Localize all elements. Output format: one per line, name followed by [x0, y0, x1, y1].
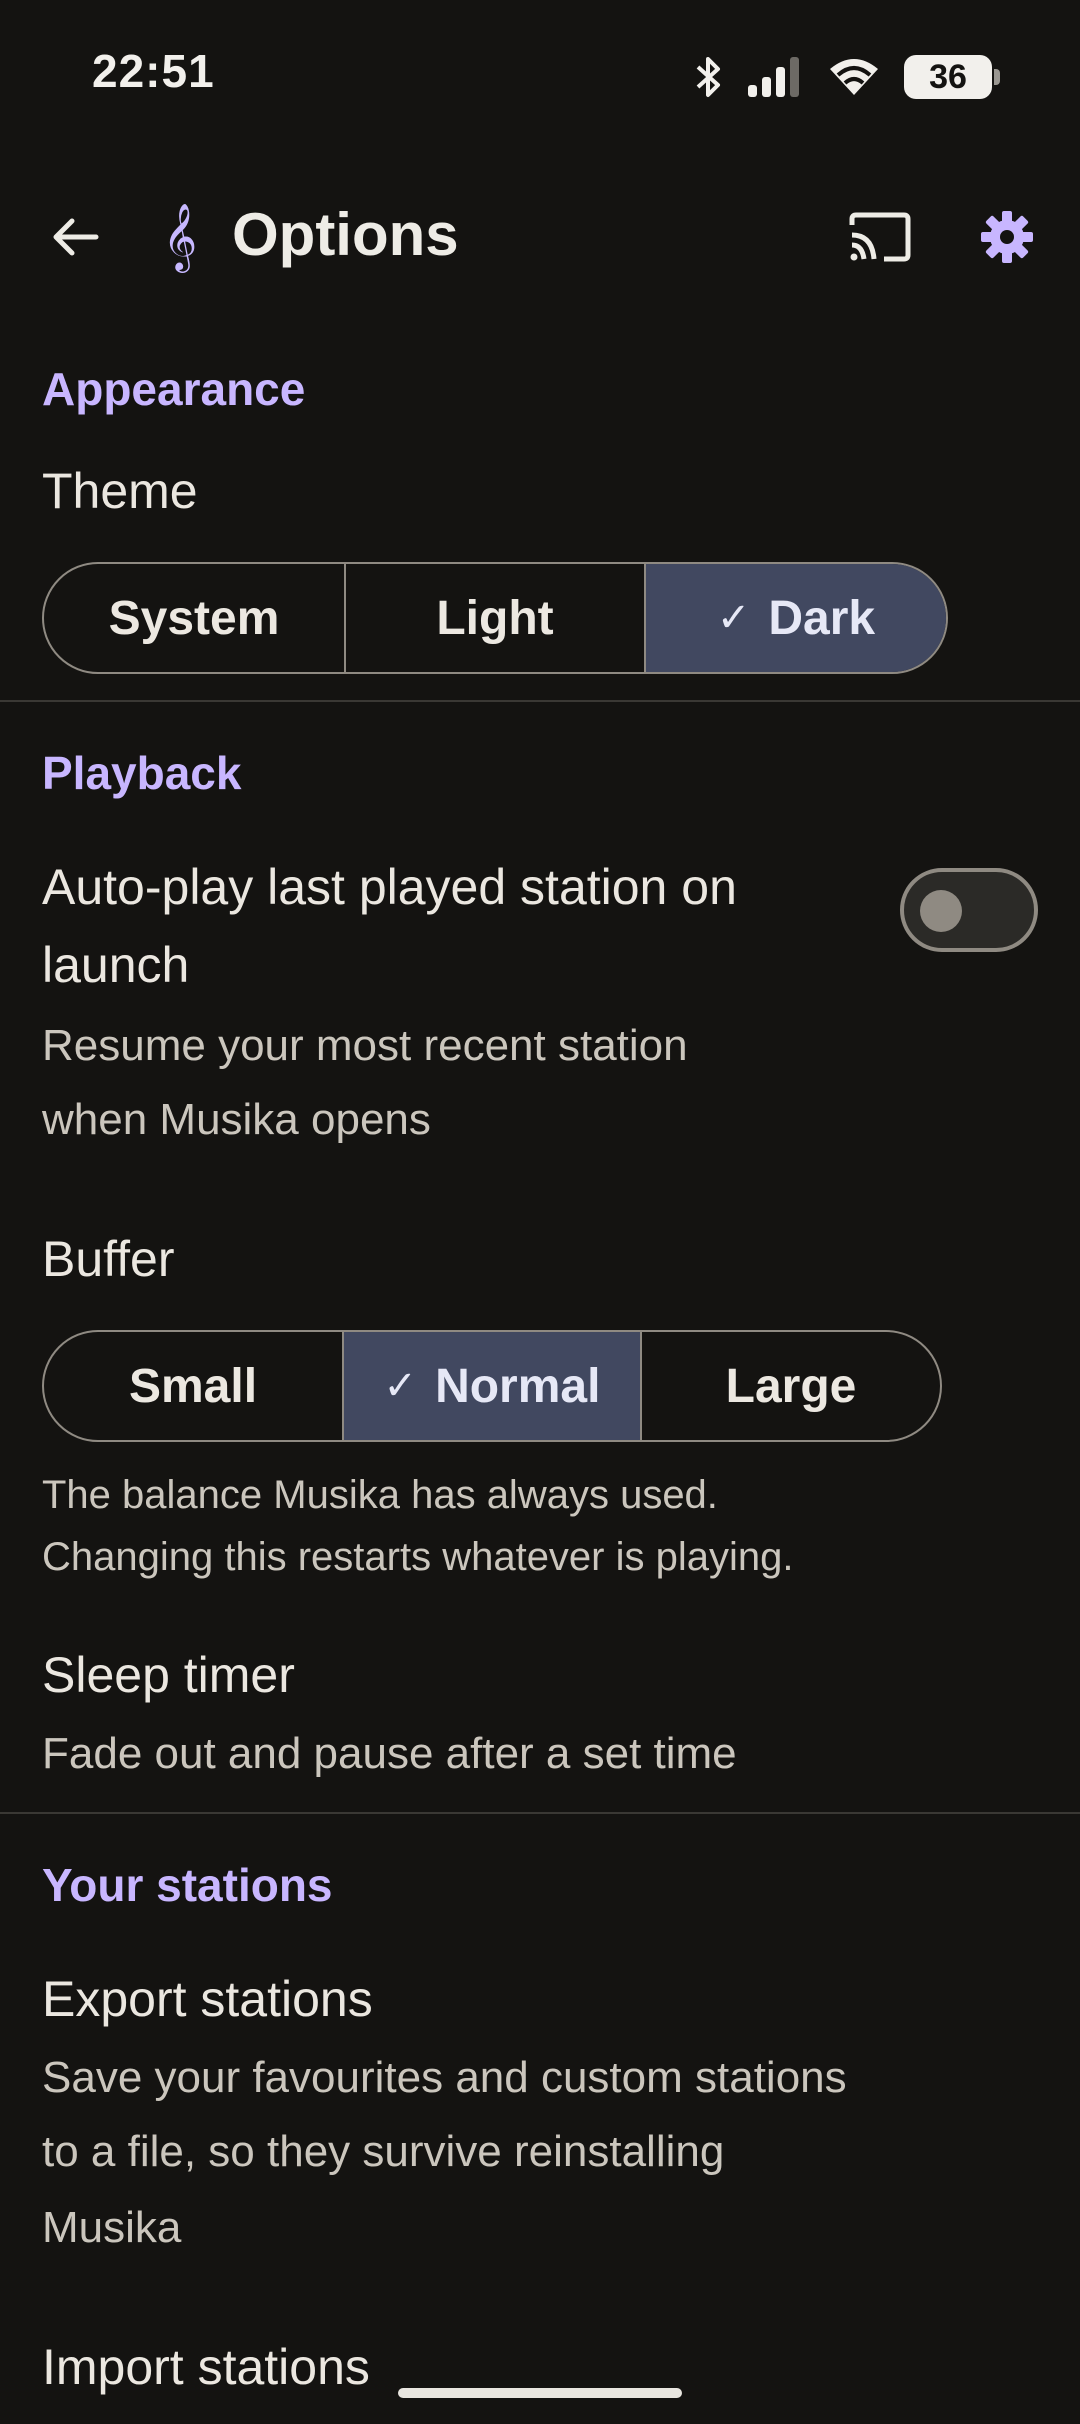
theme-option-dark[interactable]: ✓ Dark	[644, 564, 946, 672]
gear-icon	[981, 211, 1033, 263]
theme-option-system[interactable]: System	[44, 564, 344, 672]
divider	[0, 700, 1080, 702]
status-time: 22:51	[92, 45, 215, 97]
buffer-option-label: Normal	[435, 1359, 601, 1413]
autoplay-desc-line1: Resume your most recent station	[42, 1021, 688, 1070]
toggle-knob	[920, 890, 962, 932]
buffer-option-large[interactable]: Large	[640, 1332, 940, 1440]
sleep-timer-title: Sleep timer	[42, 1647, 295, 1703]
home-indicator[interactable]	[398, 2388, 682, 2398]
cast-button[interactable]	[844, 204, 916, 270]
cast-icon	[849, 212, 911, 262]
divider	[0, 1812, 1080, 1814]
autoplay-title-line1: Auto-play last played station on	[42, 859, 737, 915]
battery-icon: 36	[904, 55, 1000, 99]
section-header-appearance: Appearance	[42, 363, 306, 415]
section-header-stations: Your stations	[42, 1859, 333, 1911]
theme-option-light[interactable]: Light	[344, 564, 644, 672]
theme-label: Theme	[42, 463, 198, 519]
export-stations-title: Export stations	[42, 1971, 373, 2027]
buffer-option-normal[interactable]: ✓ Normal	[342, 1332, 640, 1440]
status-icons: 36	[694, 54, 1000, 100]
autoplay-toggle[interactable]	[900, 868, 1038, 952]
page-title: Options	[232, 201, 459, 268]
export-stations-desc-line1: Save your favourites and custom stations	[42, 2053, 847, 2102]
theme-option-label: Dark	[768, 591, 876, 645]
theme-selector: System Light ✓ Dark	[42, 562, 948, 674]
autoplay-desc-line2: when Musika opens	[42, 1095, 431, 1144]
import-stations-title: Import stations	[42, 2339, 370, 2395]
buffer-label: Buffer	[42, 1231, 175, 1287]
section-header-playback: Playback	[42, 747, 242, 799]
theme-option-label: Light	[436, 591, 554, 645]
check-icon: ✓	[383, 1364, 418, 1408]
check-icon: ✓	[716, 596, 751, 640]
buffer-desc-line1: The balance Musika has always used.	[42, 1473, 718, 1517]
back-button[interactable]	[40, 202, 110, 272]
buffer-option-label: Small	[128, 1359, 258, 1413]
back-arrow-icon	[53, 218, 99, 256]
export-stations-desc-line2: to a file, so they survive reinstalling	[42, 2127, 725, 2176]
app-bar: 𝄞 Options	[0, 180, 1080, 290]
bluetooth-icon	[696, 57, 720, 97]
wifi-icon	[830, 59, 878, 95]
buffer-selector: Small ✓ Normal Large	[42, 1330, 942, 1442]
autoplay-title-line2: launch	[42, 937, 190, 993]
buffer-desc-line2: Changing this restarts whatever is playi…	[42, 1535, 794, 1579]
export-stations-desc-line3: Musika	[42, 2203, 182, 2252]
theme-option-label: System	[108, 591, 280, 645]
treble-clef-icon: 𝄞	[162, 204, 198, 269]
sleep-timer-desc: Fade out and pause after a set time	[42, 1729, 737, 1778]
battery-level: 36	[929, 57, 967, 96]
status-bar: 22:51 36	[0, 0, 1080, 150]
buffer-option-small[interactable]: Small	[44, 1332, 342, 1440]
settings-button[interactable]	[972, 202, 1042, 272]
signal-icon	[748, 57, 799, 97]
buffer-option-label: Large	[725, 1359, 857, 1413]
